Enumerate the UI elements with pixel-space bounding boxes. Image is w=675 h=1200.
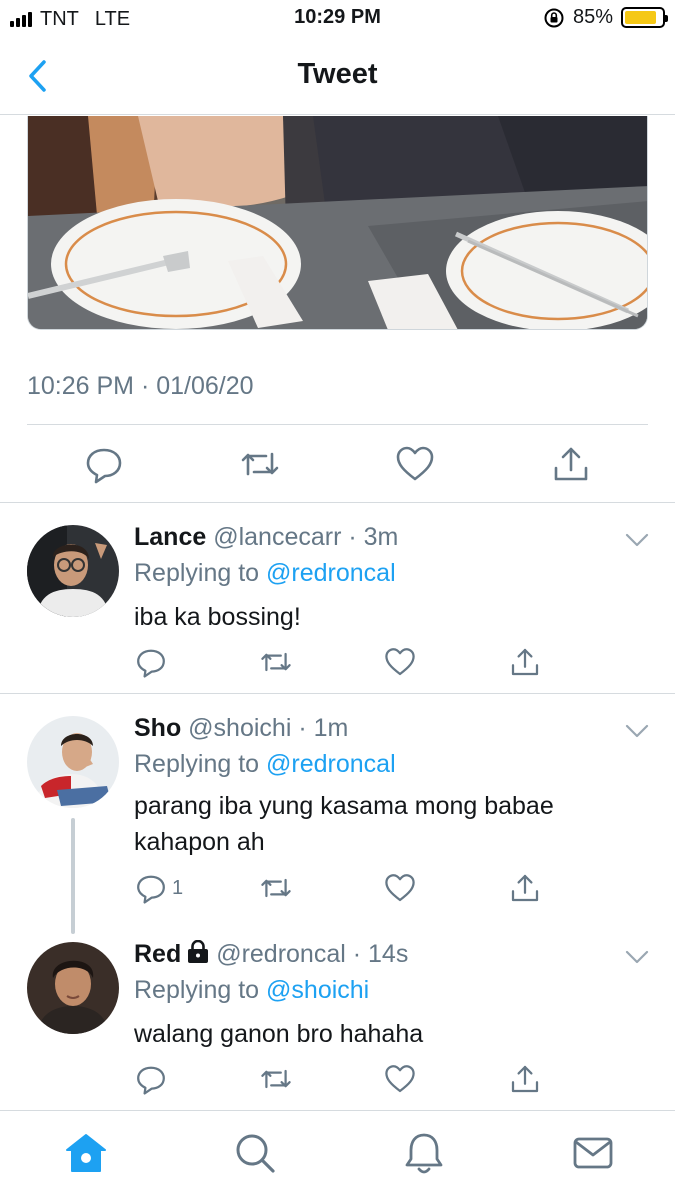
reply-icon[interactable] <box>135 872 167 904</box>
retweet-icon[interactable] <box>260 1063 292 1095</box>
battery-percent: 85% <box>572 6 613 28</box>
status-bar: TNT LTE 10:29 PM 85% <box>0 0 675 38</box>
chevron-down-icon[interactable] <box>624 531 650 549</box>
tweet-photo[interactable] <box>27 116 648 330</box>
replying-to: Replying to @redroncal <box>134 559 396 588</box>
page-title: Tweet <box>297 58 378 90</box>
avatar[interactable] <box>27 942 119 1034</box>
share-icon[interactable] <box>551 444 591 484</box>
reply-header: Lance @lancecarr · 3m <box>134 523 399 551</box>
replying-to: Replying to @redroncal <box>134 750 396 779</box>
messages-icon[interactable] <box>571 1131 615 1175</box>
replying-label: Replying to <box>134 750 260 778</box>
battery-fill <box>625 11 656 24</box>
like-icon[interactable] <box>384 872 416 904</box>
mention-link[interactable]: @redroncal <box>266 750 396 778</box>
reply-item[interactable]: Red @redroncal · 14s Replying to @shoich… <box>0 920 675 1110</box>
user-handle[interactable]: @redroncal <box>216 940 346 968</box>
tab-bar <box>0 1110 675 1200</box>
tweet-actions <box>0 438 675 490</box>
divider <box>27 424 648 425</box>
like-icon[interactable] <box>384 1063 416 1095</box>
retweet-icon[interactable] <box>240 444 280 484</box>
avatar[interactable] <box>27 716 119 808</box>
chevron-down-icon[interactable] <box>624 948 650 966</box>
user-handle[interactable]: @shoichi <box>188 714 291 742</box>
mention-link[interactable]: @redroncal <box>266 559 396 587</box>
replying-to: Replying to @shoichi <box>134 976 369 1005</box>
reply-time: 14s <box>368 940 409 968</box>
reply-text: parang iba yung kasama mong babae kahapo… <box>134 792 554 856</box>
retweet-icon[interactable] <box>260 872 292 904</box>
share-icon[interactable] <box>509 1063 541 1095</box>
chevron-down-icon[interactable] <box>624 722 650 740</box>
reply-text: iba ka bossing! <box>134 603 301 631</box>
reply-text: walang ganon bro hahaha <box>134 1020 424 1048</box>
reply-icon[interactable] <box>135 646 167 678</box>
replying-label: Replying to <box>134 976 260 1004</box>
notifications-icon[interactable] <box>402 1131 446 1175</box>
tweet-timestamp: 10:26 PM · 01/06/20 <box>27 372 254 400</box>
retweet-icon[interactable] <box>260 646 292 678</box>
like-icon[interactable] <box>395 444 435 484</box>
home-icon[interactable] <box>64 1131 108 1175</box>
reply-item[interactable]: Lance @lancecarr · 3m Replying to @redro… <box>0 503 675 693</box>
reply-time: 1m <box>313 714 349 742</box>
reply-header: Sho @shoichi · 1m <box>134 714 349 742</box>
status-right: 85% <box>543 6 668 29</box>
display-name[interactable]: Sho <box>134 714 181 742</box>
display-name[interactable]: Red <box>134 940 181 968</box>
photo-image <box>28 116 647 329</box>
orientation-lock-icon <box>544 8 564 27</box>
display-name[interactable]: Lance <box>134 523 206 551</box>
share-icon[interactable] <box>509 646 541 678</box>
reply-header: Red @redroncal · 14s <box>134 940 409 968</box>
reply-item[interactable]: Sho @shoichi · 1m Replying to @redroncal… <box>0 694 675 930</box>
like-icon[interactable] <box>384 646 416 678</box>
mention-link[interactable]: @shoichi <box>266 976 369 1004</box>
search-icon[interactable] <box>233 1131 277 1175</box>
user-handle[interactable]: @lancecarr <box>213 523 341 551</box>
battery-icon <box>621 7 668 28</box>
nav-bar: Tweet <box>0 40 675 115</box>
share-icon[interactable] <box>509 872 541 904</box>
avatar[interactable] <box>27 525 119 617</box>
reply-count: 1 <box>172 877 184 899</box>
reply-icon[interactable] <box>135 1063 167 1095</box>
lock-icon <box>188 940 209 963</box>
replying-label: Replying to <box>134 559 260 587</box>
reply-time: 3m <box>363 523 399 551</box>
reply-icon[interactable] <box>84 444 124 484</box>
